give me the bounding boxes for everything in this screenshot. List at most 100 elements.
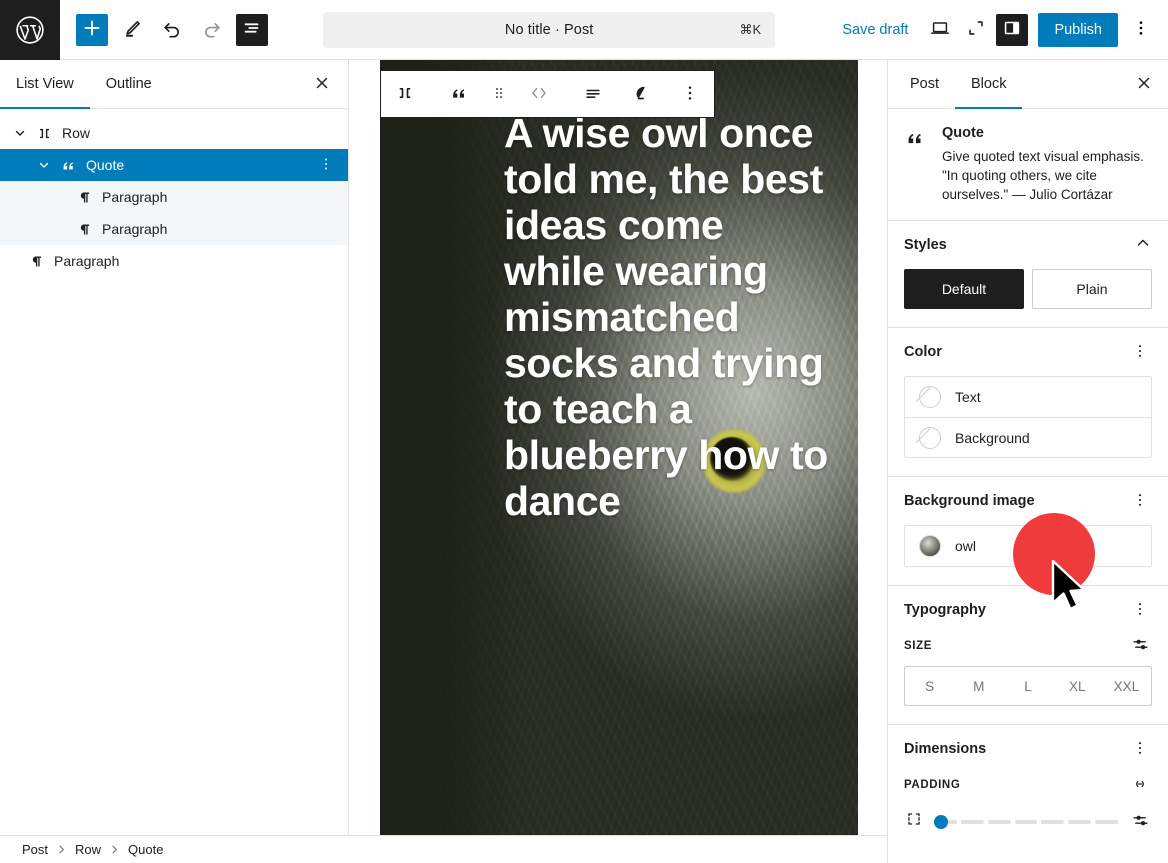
slider-segment xyxy=(1095,820,1118,824)
list-item-quote[interactable]: Quote xyxy=(0,149,348,181)
quote-block-icon xyxy=(56,153,80,177)
change-block-type-button[interactable] xyxy=(435,71,483,117)
font-size-header: SIZE xyxy=(888,634,1168,666)
color-control-list: Text Background xyxy=(904,376,1152,458)
feather-pen-icon xyxy=(631,83,651,106)
font-size-l[interactable]: L xyxy=(1003,667,1052,705)
undo-arrow-icon xyxy=(161,17,183,42)
publish-button[interactable]: Publish xyxy=(1038,13,1118,47)
drag-dots-icon xyxy=(491,85,507,104)
move-up-down-button[interactable] xyxy=(515,71,563,117)
quote-block-rendered[interactable]: A wise owl once told me, the best ideas … xyxy=(380,60,858,835)
zoom-out-button[interactable] xyxy=(960,14,992,46)
chevron-right-icon xyxy=(56,844,67,855)
slider-segment xyxy=(1041,820,1064,824)
font-size-s[interactable]: S xyxy=(905,667,954,705)
breadcrumb-item-quote[interactable]: Quote xyxy=(128,842,163,857)
tab-post[interactable]: Post xyxy=(894,60,955,108)
chevron-up-icon[interactable] xyxy=(1134,234,1152,257)
style-option-plain[interactable]: Plain xyxy=(1032,269,1152,309)
toolbar-group-block xyxy=(435,71,563,117)
color-header: Color xyxy=(888,328,1168,376)
font-size-xxl[interactable]: XXL xyxy=(1102,667,1151,705)
font-size-m[interactable]: M xyxy=(954,667,1003,705)
padding-custom-button[interactable] xyxy=(1128,810,1152,834)
save-draft-button[interactable]: Save draft xyxy=(830,16,920,44)
typography-title: Typography xyxy=(904,602,986,618)
top-bar-tools xyxy=(60,14,268,46)
command-shortcut-hint: ⌘K xyxy=(740,22,762,38)
dimensions-options-button[interactable] xyxy=(1128,737,1152,761)
photo-dark-gradient xyxy=(380,60,510,835)
block-card-title: Quote xyxy=(942,125,1152,141)
sliders-icon xyxy=(1131,635,1150,657)
expand-corners-icon xyxy=(965,17,987,42)
document-title-field[interactable]: No title · Post ⌘K xyxy=(323,12,775,48)
list-view-button[interactable] xyxy=(236,14,268,46)
color-control-background[interactable]: Background xyxy=(905,417,1151,457)
close-x-icon xyxy=(1135,74,1153,95)
dimensions-title: Dimensions xyxy=(904,741,986,757)
background-image-options-button[interactable] xyxy=(1128,489,1152,513)
tab-outline[interactable]: Outline xyxy=(90,60,168,108)
close-x-icon xyxy=(313,74,331,95)
vertical-ellipsis-icon xyxy=(1131,342,1149,363)
chevron-down-icon[interactable] xyxy=(32,153,56,177)
preview-device-button[interactable] xyxy=(924,14,956,46)
close-sidebar-button[interactable] xyxy=(1128,68,1160,100)
document-title-wrapper: No title · Post ⌘K xyxy=(268,12,830,48)
document-overview-icon xyxy=(241,17,263,42)
padding-slider-thumb[interactable] xyxy=(934,815,948,829)
vertical-ellipsis-icon xyxy=(1131,600,1149,621)
color-options-button[interactable] xyxy=(1128,340,1152,364)
block-more-options-button[interactable] xyxy=(666,71,714,117)
vertical-ellipsis-icon xyxy=(1131,739,1149,760)
breadcrumb: Post Row Quote xyxy=(0,835,887,863)
editor-more-options-button[interactable] xyxy=(1124,13,1158,47)
font-size-picker: S M L XL XXL xyxy=(904,666,1152,706)
block-card-description: Give quoted text visual emphasis. "In qu… xyxy=(942,147,1152,204)
slider-segment xyxy=(1015,820,1038,824)
chevron-down-icon[interactable] xyxy=(8,121,32,145)
align-text-button[interactable] xyxy=(569,71,617,117)
breadcrumb-item-row[interactable]: Row xyxy=(75,842,101,857)
close-list-view-button[interactable] xyxy=(306,68,338,100)
color-control-text[interactable]: Text xyxy=(905,377,1151,417)
undo-button[interactable] xyxy=(156,14,188,46)
styles-header[interactable]: Styles xyxy=(888,221,1168,269)
document-title-text: No title · Post xyxy=(505,22,594,38)
quote-text[interactable]: A wise owl once told me, the best ideas … xyxy=(504,110,834,524)
edit-mode-button[interactable] xyxy=(116,14,148,46)
list-item-paragraph[interactable]: Paragraph xyxy=(0,181,348,213)
tab-block[interactable]: Block xyxy=(955,60,1022,108)
list-item-options-button[interactable] xyxy=(314,153,338,177)
font-size-xl[interactable]: XL xyxy=(1053,667,1102,705)
style-option-default[interactable]: Default xyxy=(904,269,1024,309)
wordpress-logo-icon[interactable] xyxy=(0,0,60,60)
list-item-row[interactable]: Row xyxy=(0,117,348,149)
select-parent-row-button[interactable] xyxy=(381,71,429,117)
list-view-tabs: List View Outline xyxy=(0,60,348,109)
drag-handle[interactable] xyxy=(483,71,515,117)
list-item-paragraph[interactable]: Paragraph xyxy=(0,245,348,277)
tab-list-view[interactable]: List View xyxy=(0,60,90,108)
list-item-label: Row xyxy=(62,125,90,141)
add-block-button[interactable] xyxy=(76,14,108,46)
padding-slider[interactable] xyxy=(934,820,1118,824)
background-image-item[interactable]: owl xyxy=(905,526,1151,566)
redo-button[interactable] xyxy=(196,14,228,46)
top-bar-actions: Save draft xyxy=(830,13,1168,47)
chevron-right-icon xyxy=(109,844,120,855)
typography-options-button[interactable] xyxy=(1128,598,1152,622)
breadcrumb-item-post[interactable]: Post xyxy=(22,842,48,857)
dimensions-header: Dimensions xyxy=(888,725,1168,773)
color-section: Color Text Background xyxy=(888,328,1168,477)
highlight-button[interactable] xyxy=(617,71,665,117)
block-list-tree: Row Quote xyxy=(0,109,348,277)
vertical-ellipsis-icon xyxy=(680,83,700,106)
link-padding-sides-button[interactable] xyxy=(1128,773,1152,797)
list-item-paragraph[interactable]: Paragraph xyxy=(0,213,348,245)
font-size-custom-button[interactable] xyxy=(1128,634,1152,658)
settings-sidebar-button[interactable] xyxy=(996,14,1028,46)
vertical-ellipsis-icon xyxy=(1131,491,1149,512)
